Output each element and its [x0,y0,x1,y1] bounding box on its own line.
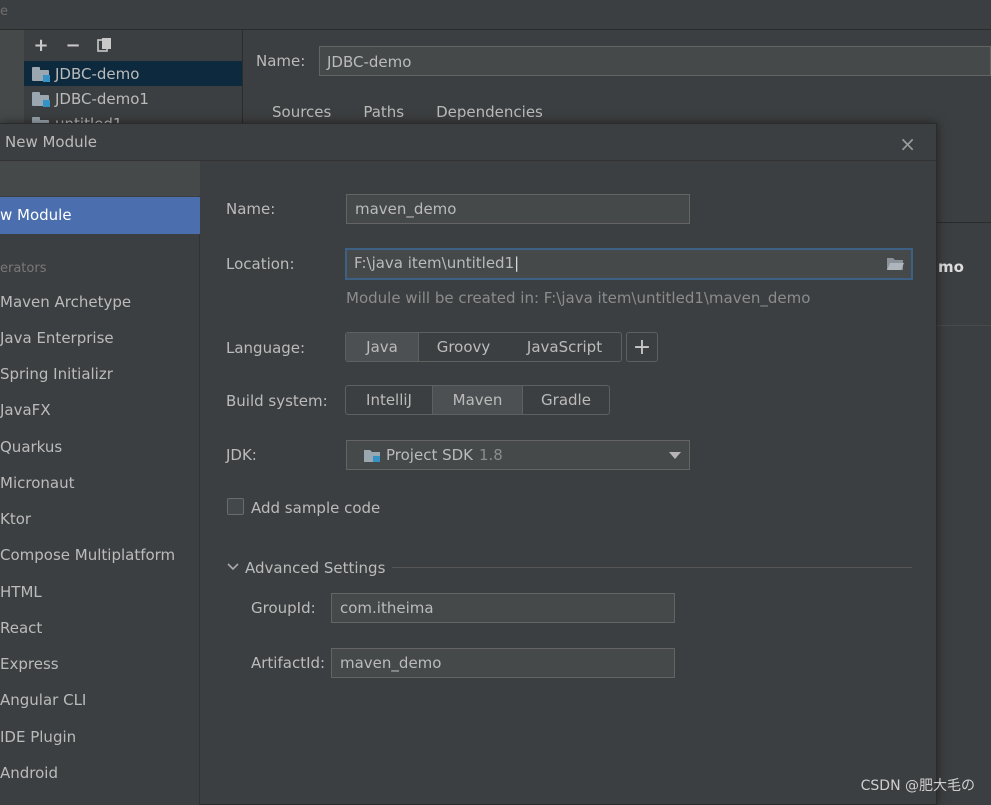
background-lower-panel [937,330,991,805]
location-input[interactable]: F:\java item\untitled1| [345,248,913,280]
sidebar-item-javafx[interactable]: JavaFX [0,401,51,419]
location-value: F:\java item\untitled1 [354,254,515,272]
module-folder-icon [32,66,50,82]
build-intellij-option[interactable]: IntelliJ [346,386,432,414]
background-divider [937,325,991,326]
name-input[interactable]: maven_demo [346,194,690,224]
language-label: Language: [226,339,306,357]
module-list-panel: + − JDBC-demo JDBC-demo1 untitled1 [24,30,243,133]
sidebar-item-compose-multiplatform[interactable]: Compose Multiplatform [0,546,175,564]
sidebar-item-new-module[interactable]: w Module [0,197,200,234]
module-folder-icon [32,91,50,107]
csdn-watermark: CSDN @肥大毛の [860,778,975,794]
dialog-title: New Module [5,133,98,151]
groupid-label: GroupId: [251,599,316,617]
new-module-dialog: New Module × w Module erators Maven Arch… [0,123,937,805]
module-item-label: JDBC-demo [55,64,140,83]
browse-folder-icon[interactable] [886,256,904,275]
background-title-bar: e [0,0,991,30]
language-groovy-option[interactable]: Groovy [418,333,508,361]
module-item-jdbc-demo[interactable]: JDBC-demo [24,61,242,86]
close-icon[interactable]: × [899,132,916,156]
add-module-icon[interactable]: + [32,35,50,56]
module-name-input[interactable]: JDBC-demo [319,46,991,76]
groupid-input[interactable]: com.itheima [331,593,675,623]
sidebar-search-area [0,161,200,196]
background-partial-label: mo [938,258,964,276]
build-system-label: Build system: [226,392,328,410]
sample-code-label: Add sample code [251,499,381,517]
build-gradle-option[interactable]: Gradle [522,386,609,414]
chevron-down-icon [669,452,681,459]
chevron-down-icon[interactable] [227,558,239,576]
build-maven-option[interactable]: Maven [432,386,522,414]
language-selector: Java Groovy JavaScript [345,332,622,362]
sidebar-item-ide-plugin[interactable]: IDE Plugin [0,728,76,746]
add-language-button[interactable]: + [626,332,658,362]
module-toolbar: + − [32,34,114,56]
sidebar-item-react[interactable]: React [0,619,42,637]
jdk-version: 1.8 [479,446,503,464]
module-item-label: JDBC-demo1 [55,89,149,108]
sidebar-item-spring-initializr[interactable]: Spring Initializr [0,365,113,383]
copy-module-icon[interactable] [96,36,114,54]
sidebar-item-java-enterprise[interactable]: Java Enterprise [0,329,114,347]
module-tabs: Sources Paths Dependencies [272,103,543,121]
tab-paths[interactable]: Paths [363,103,404,121]
background-left-strip [0,30,24,130]
remove-module-icon[interactable]: − [64,35,82,56]
sidebar-item-html[interactable]: HTML [0,583,42,601]
advanced-settings-toggle[interactable]: Advanced Settings [245,559,385,577]
advanced-settings-divider [392,567,912,568]
tab-sources[interactable]: Sources [272,103,331,121]
sidebar-item-angular-cli[interactable]: Angular CLI [0,691,86,709]
name-label: Name: [226,200,276,218]
sidebar-item-maven-archetype[interactable]: Maven Archetype [0,293,131,311]
module-item-jdbc-demo1[interactable]: JDBC-demo1 [24,86,242,111]
artifactid-input[interactable]: maven_demo [331,648,675,678]
language-javascript-option[interactable]: JavaScript [508,333,621,361]
background-divider [937,222,991,223]
build-system-selector: IntelliJ Maven Gradle [345,385,610,415]
sidebar-item-micronaut[interactable]: Micronaut [0,474,74,492]
location-hint: Module will be created in: F:\java item\… [346,289,811,307]
jdk-value: Project SDK [386,446,473,464]
sidebar-item-ktor[interactable]: Ktor [0,510,31,528]
sdk-folder-icon [363,448,381,463]
jdk-label: JDK: [226,446,257,464]
sidebar-group-generators: erators [0,261,47,276]
sidebar-item-android[interactable]: Android [0,764,58,782]
generator-sidebar: w Module erators Maven Archetype Java En… [0,161,200,805]
sidebar-item-express[interactable]: Express [0,655,59,673]
artifactid-label: ArtifactId: [251,654,326,672]
module-name-label: Name: [256,52,306,70]
tab-dependencies[interactable]: Dependencies [436,103,543,121]
background-title-fragment: e [0,4,8,19]
sidebar-item-quarkus[interactable]: Quarkus [0,438,62,456]
sample-code-checkbox[interactable] [227,498,244,515]
location-label: Location: [226,255,295,273]
jdk-select[interactable]: Project SDK 1.8 [346,440,690,470]
language-java-option[interactable]: Java [346,333,418,361]
